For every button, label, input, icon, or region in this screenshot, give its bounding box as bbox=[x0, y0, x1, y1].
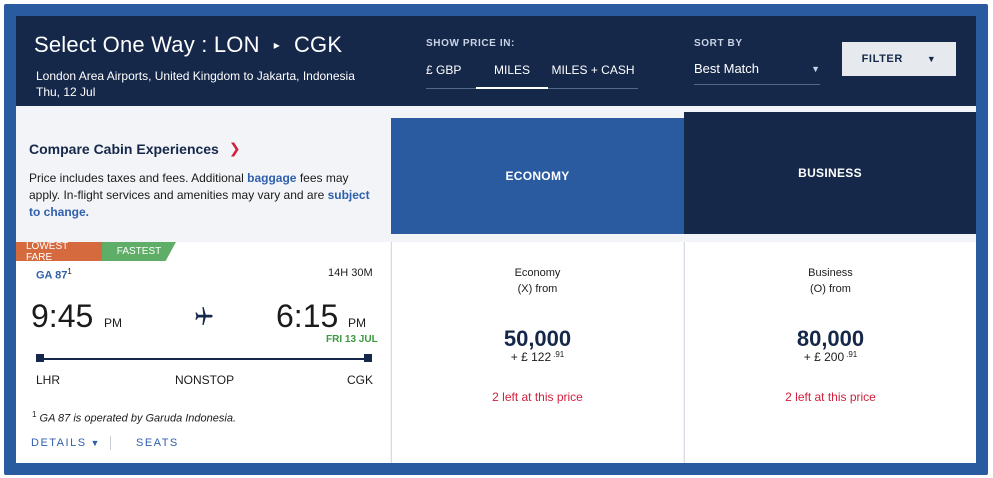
fare-cash-amount: + £ 122 bbox=[510, 350, 552, 364]
arrival-date: FRI 13 JUL bbox=[326, 334, 378, 345]
route-line bbox=[40, 358, 368, 360]
arrival-time: 6:15 bbox=[276, 298, 339, 334]
seats-link[interactable]: SEATS bbox=[136, 437, 179, 449]
fare-cash-cents: .91 bbox=[553, 350, 565, 359]
fare-cabin-name: Business bbox=[808, 267, 853, 279]
details-link[interactable]: DETAILS ▼ bbox=[31, 437, 101, 449]
travel-date: Thu, 12 Jul bbox=[36, 85, 96, 99]
sort-by-group: SORT BY Best Match ▼ bbox=[694, 38, 820, 85]
operated-by-note: 1 GA 87 is operated by Garuda Indonesia. bbox=[32, 410, 236, 425]
fare-economy[interactable]: Economy (X) from 50,000 + £ 122.91 2 lef… bbox=[391, 242, 683, 463]
fare-business[interactable]: Business (O) from 80,000 + £ 200.91 2 le… bbox=[684, 242, 976, 463]
details-label: DETAILS bbox=[31, 437, 87, 449]
route-end-marker bbox=[364, 354, 372, 362]
fare-class: (X) from bbox=[517, 283, 558, 295]
fare-miles: 50,000 bbox=[503, 326, 572, 351]
chevron-down-icon: ▼ bbox=[811, 63, 820, 74]
cabin-header-business[interactable]: BUSINESS bbox=[684, 112, 976, 234]
sort-by-label: SORT BY bbox=[694, 38, 743, 49]
chevron-right-icon: ❯ bbox=[228, 140, 241, 156]
filter-label: FILTER bbox=[861, 53, 903, 65]
departure-ampm: PM bbox=[104, 316, 122, 330]
lowest-fare-badge: LOWEST FARE bbox=[16, 241, 102, 263]
compare-panel: Compare Cabin Experiences ❯ Price includ… bbox=[16, 118, 390, 234]
results-panel: Select One Way : LON ▸ CGK London Area A… bbox=[16, 16, 976, 463]
chevron-down-icon: ▼ bbox=[90, 438, 101, 448]
route-description: London Area Airports, United Kingdom to … bbox=[36, 69, 355, 83]
tab-gbp[interactable]: £ GBP bbox=[426, 63, 476, 89]
link-divider bbox=[110, 436, 111, 450]
flight-number: GA 87 bbox=[36, 269, 68, 282]
fare-cabin-info: Economy (X) from bbox=[392, 265, 683, 297]
chevron-down-icon: ▼ bbox=[926, 54, 937, 64]
flight-duration: 14H 30M bbox=[328, 267, 373, 279]
plane-icon bbox=[195, 307, 213, 325]
sort-select[interactable]: Best Match ▼ bbox=[694, 61, 820, 85]
show-price-group: SHOW PRICE IN: £ GBP MILES MILES + CASH bbox=[426, 38, 638, 89]
page-title: Select One Way : LON ▸ CGK bbox=[34, 32, 342, 58]
tab-miles-cash[interactable]: MILES + CASH bbox=[548, 63, 638, 89]
results-frame: Select One Way : LON ▸ CGK London Area A… bbox=[4, 4, 988, 475]
compare-cabins-link[interactable]: Compare Cabin Experiences ❯ bbox=[29, 140, 241, 157]
fare-cash-cents: .91 bbox=[846, 350, 858, 359]
search-header: Select One Way : LON ▸ CGK London Area A… bbox=[16, 16, 976, 106]
stops-info: NONSTOP bbox=[175, 373, 235, 387]
origin-airport: LHR bbox=[36, 373, 61, 387]
fare-cash: + £ 122.91 bbox=[392, 350, 683, 364]
seats-left-notice: 2 left at this price bbox=[785, 390, 876, 404]
fare-cabin-name: Economy bbox=[514, 267, 561, 279]
fare-class: (O) from bbox=[810, 283, 851, 295]
departure-time: 9:45 bbox=[31, 298, 94, 334]
sort-value: Best Match bbox=[694, 61, 760, 76]
seats-left-notice: 2 left at this price bbox=[492, 390, 583, 404]
price-tabs: £ GBP MILES MILES + CASH bbox=[426, 63, 638, 89]
baggage-link[interactable]: baggage bbox=[247, 171, 296, 185]
route-start-marker bbox=[36, 354, 44, 362]
footnote-marker: 1 bbox=[67, 267, 72, 276]
operated-by-text: GA 87 is operated by Garuda Indonesia. bbox=[36, 412, 237, 425]
disclaimer-text-1: Price includes taxes and fees. Additiona… bbox=[29, 171, 248, 185]
fastest-badge: FASTEST bbox=[102, 242, 176, 261]
route-subtitle: London Area Airports, United Kingdom to … bbox=[36, 68, 355, 100]
arrival-ampm: PM bbox=[348, 316, 366, 330]
fare-cabin-info: Business (O) from bbox=[685, 265, 976, 297]
compare-title: Compare Cabin Experiences bbox=[29, 140, 219, 157]
destination-airport: CGK bbox=[347, 373, 374, 387]
flight-number-link[interactable]: GA 871 bbox=[36, 267, 72, 282]
filter-button[interactable]: FILTER ▼ bbox=[842, 42, 956, 76]
fare-miles: 80,000 bbox=[796, 326, 865, 351]
fare-cash-amount: + £ 200 bbox=[803, 350, 845, 364]
show-price-label: SHOW PRICE IN: bbox=[426, 38, 515, 49]
title-origin: Select One Way : LON bbox=[34, 32, 260, 57]
flight-card: LOWEST FARE FASTEST GA 871 14H 30M 9:45 … bbox=[16, 241, 390, 463]
tab-miles[interactable]: MILES bbox=[476, 63, 548, 89]
fare-cash: + £ 200.91 bbox=[685, 350, 976, 364]
title-destination: CGK bbox=[293, 32, 343, 57]
cabin-header-economy[interactable]: ECONOMY bbox=[391, 118, 684, 234]
chevron-right-icon: ▸ bbox=[273, 38, 280, 52]
price-disclaimer: Price includes taxes and fees. Additiona… bbox=[29, 170, 379, 221]
